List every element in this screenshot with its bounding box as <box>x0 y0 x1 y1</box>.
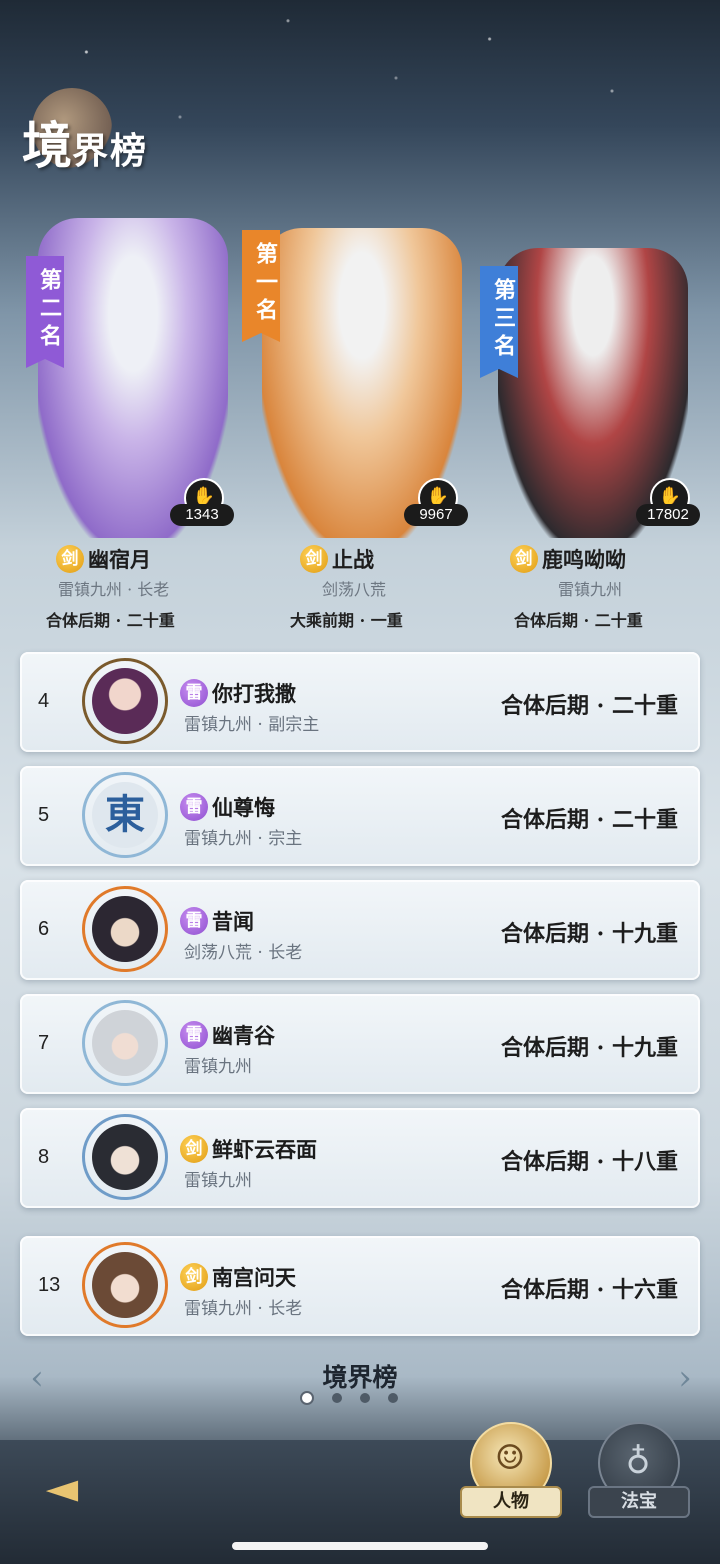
avatar[interactable] <box>82 658 168 744</box>
like-count: 17802 <box>636 504 700 526</box>
podium-third[interactable]: 第三名 ✋ 17802 剑 鹿鸣呦呦 雷镇九州 合体后期 · 二十重 <box>478 208 708 638</box>
rank-banner: 第一名 <box>242 230 280 342</box>
tab-treasures[interactable]: ♁ 法宝 <box>588 1422 690 1518</box>
like-counter[interactable]: ✋ 17802 <box>636 478 700 534</box>
avatar[interactable] <box>82 886 168 972</box>
like-counter[interactable]: ✋ 1343 <box>170 478 234 534</box>
player-realm: 合体后期 · 二十重 <box>501 693 678 719</box>
sword-sect-icon: 剑 <box>56 545 84 573</box>
title-big: 境 <box>22 116 72 175</box>
player-name: 止战 <box>332 547 374 572</box>
rank-banner: 第三名 <box>480 266 518 378</box>
ranking-row[interactable]: 8 剑鲜虾云吞面 雷镇九州 合体后期 · 十八重 <box>20 1108 700 1208</box>
rank-number: 4 <box>38 690 50 712</box>
player-name: 幽宿月 <box>88 547 151 572</box>
player-realm: 合体后期 · 十九重 <box>501 921 678 947</box>
thunder-sect-icon: 雷 <box>180 907 208 935</box>
sword-sect-icon: 剑 <box>180 1135 208 1163</box>
podium-first[interactable]: 第一名 ✋ 9967 剑 止战 剑荡八荒 大乘前期 · 一重 <box>240 208 480 638</box>
rank-banner: 第二名 <box>26 256 64 368</box>
player-name-line: 剑 幽宿月 <box>56 544 151 574</box>
player-name: 鲜虾云吞面 <box>212 1137 317 1162</box>
player-sect: 雷镇九州 · 宗主 <box>184 829 303 849</box>
player-sect: 雷镇九州 · 长老 <box>184 1299 303 1319</box>
rank-number: 8 <box>38 1146 50 1168</box>
player-realm: 合体后期 · 二十重 <box>501 807 678 833</box>
home-indicator <box>232 1542 488 1550</box>
player-sect: 雷镇九州 <box>184 1057 252 1077</box>
avatar[interactable]: 東 <box>82 772 168 858</box>
like-counter[interactable]: ✋ 9967 <box>404 478 468 534</box>
thunder-sect-icon: 雷 <box>180 679 208 707</box>
rank-number: 7 <box>38 1032 50 1054</box>
like-count: 1343 <box>170 504 234 526</box>
avatar[interactable] <box>82 1000 168 1086</box>
sword-sect-icon: 剑 <box>300 545 328 573</box>
player-sect: 雷镇九州 <box>558 580 623 599</box>
player-realm: 合体后期 · 十八重 <box>501 1149 678 1175</box>
player-sect: 雷镇九州 · 长老 <box>58 580 170 599</box>
player-realm: 合体后期 · 十九重 <box>501 1035 678 1061</box>
tab-characters[interactable]: ☺ 人物 <box>460 1422 562 1518</box>
rank-number: 13 <box>38 1274 61 1296</box>
ranking-row[interactable]: 7 雷幽青谷 雷镇九州 合体后期 · 十九重 <box>20 994 700 1094</box>
player-name: 南宫问天 <box>212 1265 296 1290</box>
page-dot[interactable] <box>388 1393 398 1403</box>
player-name: 鹿鸣呦呦 <box>542 547 626 572</box>
player-name: 你打我撒 <box>212 681 296 706</box>
page-dot-active[interactable] <box>300 1391 314 1405</box>
rank-number: 5 <box>38 804 50 826</box>
player-sect: 剑荡八荒 <box>322 580 387 599</box>
player-name: 仙尊悔 <box>212 795 275 820</box>
player-name-line: 剑 鹿鸣呦呦 <box>510 544 626 574</box>
player-realm: 合体后期 · 二十重 <box>514 611 643 630</box>
ranking-row[interactable]: 4 雷你打我撒 雷镇九州 · 副宗主 合体后期 · 二十重 <box>20 652 700 752</box>
sword-sect-icon: 剑 <box>510 545 538 573</box>
tab-label: 人物 <box>460 1486 562 1518</box>
player-realm: 合体后期 · 十六重 <box>501 1277 678 1303</box>
ranking-row[interactable]: 5 東 雷仙尊悔 雷镇九州 · 宗主 合体后期 · 二十重 <box>20 766 700 866</box>
player-sect: 雷镇九州 · 副宗主 <box>184 715 320 735</box>
person-icon: ☺ <box>494 1438 526 1478</box>
player-realm: 大乘前期 · 一重 <box>290 611 403 630</box>
thunder-sect-icon: 雷 <box>180 793 208 821</box>
my-ranking-row[interactable]: 13 剑南宫问天 雷镇九州 · 长老 合体后期 · 十六重 <box>20 1236 700 1336</box>
sword-sect-icon: 剑 <box>180 1263 208 1291</box>
page-indicator <box>300 1390 420 1406</box>
page-dot[interactable] <box>332 1393 342 1403</box>
page-dot[interactable] <box>360 1393 370 1403</box>
player-name-line: 剑 止战 <box>300 544 374 574</box>
title-small: 界榜 <box>72 130 149 172</box>
avatar[interactable] <box>82 1114 168 1200</box>
podium-second[interactable]: 第二名 ✋ 1343 剑 幽宿月 雷镇九州 · 长老 合体后期 · 二十重 <box>20 208 240 638</box>
tab-label: 法宝 <box>588 1486 690 1518</box>
like-count: 9967 <box>404 504 468 526</box>
back-arrow-icon[interactable]: ◄ <box>30 1462 94 1514</box>
thunder-sect-icon: 雷 <box>180 1021 208 1049</box>
rank-number: 6 <box>38 918 50 940</box>
player-sect: 雷镇九州 <box>184 1171 252 1191</box>
player-realm: 合体后期 · 二十重 <box>46 611 175 630</box>
player-name: 昔闻 <box>212 909 254 934</box>
player-name: 幽青谷 <box>212 1023 275 1048</box>
board-title: 境界榜 <box>322 1363 398 1392</box>
gourd-icon: ♁ <box>625 1438 651 1478</box>
ranking-row[interactable]: 6 雷昔闻 剑荡八荒 · 长老 合体后期 · 十九重 <box>20 880 700 980</box>
player-sect: 剑荡八荒 · 长老 <box>184 943 303 963</box>
avatar[interactable] <box>82 1242 168 1328</box>
